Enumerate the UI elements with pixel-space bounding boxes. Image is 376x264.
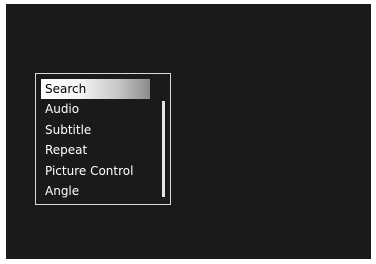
tv-screen: Search Audio Subtitle Repeat Picture Con… xyxy=(6,4,371,259)
menu-scrollbar[interactable] xyxy=(162,101,165,197)
menu-item-search[interactable]: Search xyxy=(41,79,150,100)
menu-item-picture-control[interactable]: Picture Control xyxy=(41,161,153,181)
menu-item-audio[interactable]: Audio xyxy=(41,99,153,119)
playback-menu: Search Audio Subtitle Repeat Picture Con… xyxy=(35,73,171,205)
menu-list: Search Audio Subtitle Repeat Picture Con… xyxy=(41,79,153,201)
menu-item-subtitle[interactable]: Subtitle xyxy=(41,120,153,140)
menu-item-angle[interactable]: Angle xyxy=(41,181,153,201)
menu-item-repeat[interactable]: Repeat xyxy=(41,140,153,160)
